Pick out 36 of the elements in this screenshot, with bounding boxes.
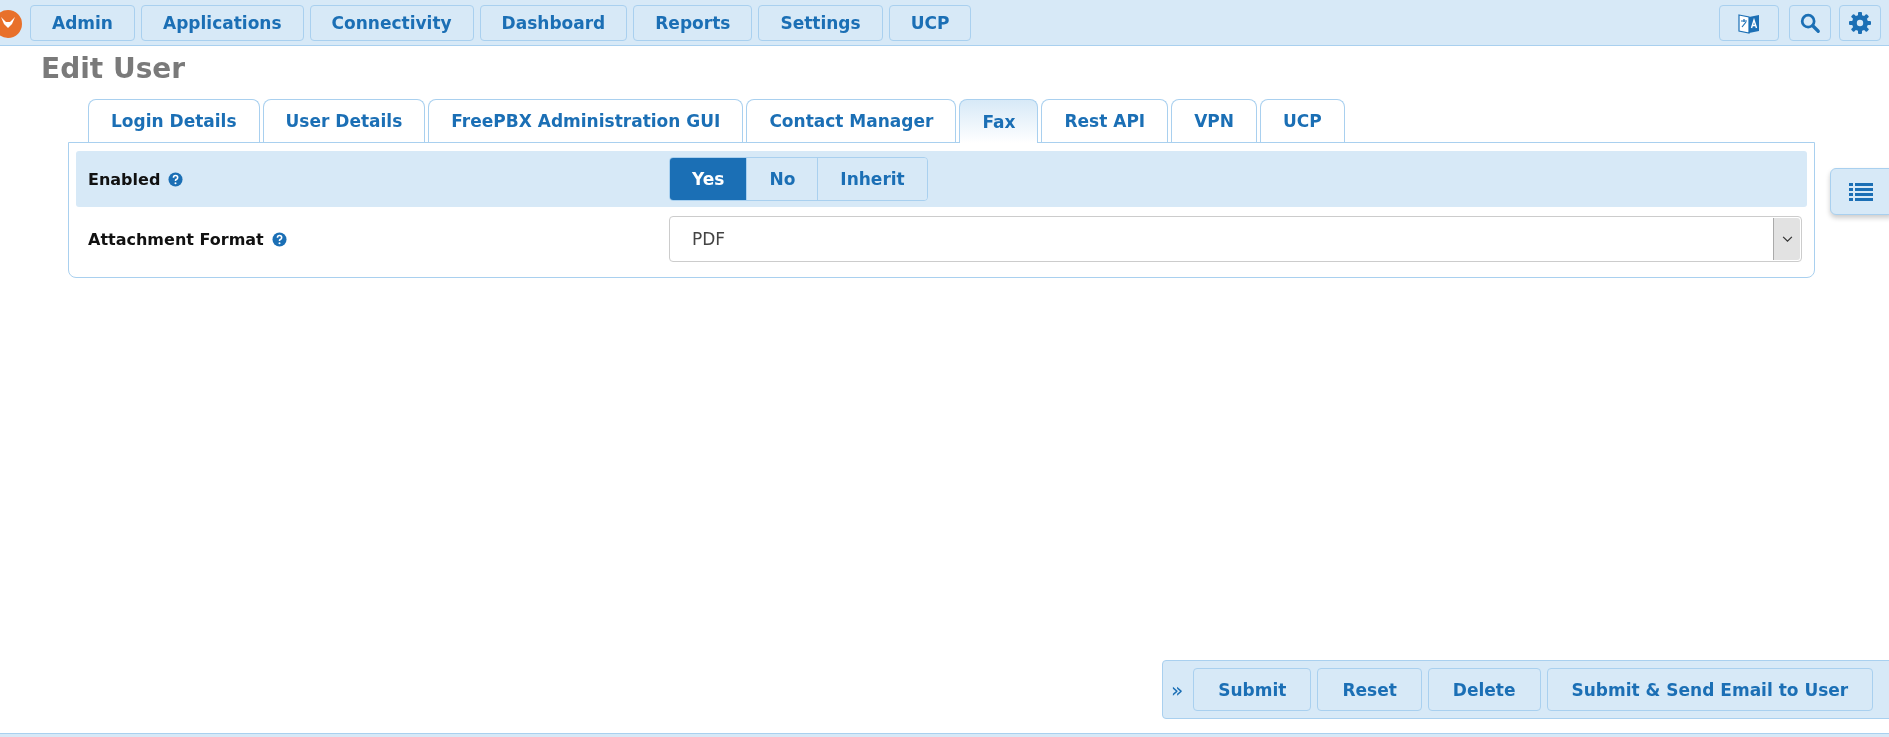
help-icon[interactable] bbox=[271, 231, 287, 247]
tab[interactable]: Rest API bbox=[1041, 99, 1169, 142]
nav-menu-button[interactable]: Dashboard bbox=[479, 4, 628, 41]
nav-menu-button[interactable]: Connectivity bbox=[309, 4, 474, 41]
settings-icon bbox=[1848, 10, 1872, 35]
radio-toggle-button[interactable]: Inherit bbox=[817, 158, 927, 200]
attachment-format-dropdown[interactable]: PDF bbox=[669, 216, 1802, 262]
search-icon bbox=[1799, 11, 1821, 34]
search-button[interactable] bbox=[1789, 4, 1831, 41]
radio-toggle-button[interactable]: Yes bbox=[670, 158, 747, 200]
action-button[interactable]: Delete bbox=[1427, 668, 1541, 711]
action-button[interactable]: Submit & Send Email to User bbox=[1546, 668, 1874, 711]
list-icon bbox=[1848, 181, 1874, 202]
tab[interactable]: Login Details bbox=[88, 99, 260, 142]
nav-menu-button[interactable]: Settings bbox=[758, 4, 883, 41]
language-button[interactable] bbox=[1719, 4, 1779, 41]
nav-menu-button[interactable]: UCP bbox=[888, 4, 972, 41]
nav-menu-button[interactable]: Admin bbox=[30, 4, 135, 41]
field-label: Enabled bbox=[88, 169, 161, 189]
list-toggle-button[interactable] bbox=[1830, 168, 1889, 215]
nav-menu-button[interactable]: Applications bbox=[141, 4, 304, 41]
tab[interactable]: VPN bbox=[1171, 99, 1258, 142]
nav-menu-button[interactable]: Reports bbox=[633, 4, 753, 41]
page-title: Edit User bbox=[41, 52, 187, 85]
action-button[interactable]: Reset bbox=[1317, 668, 1422, 711]
field-label: Attachment Format bbox=[88, 229, 264, 249]
tab[interactable]: Fax bbox=[959, 99, 1039, 143]
collapse-toggle[interactable]: » bbox=[1171, 677, 1184, 702]
dropdown-caret-icon bbox=[1773, 218, 1800, 260]
help-icon[interactable] bbox=[168, 171, 184, 187]
tab[interactable]: Contact Manager bbox=[746, 99, 957, 142]
tab[interactable]: User Details bbox=[262, 99, 426, 142]
settings-button[interactable] bbox=[1839, 4, 1881, 41]
action-button[interactable]: Submit bbox=[1193, 668, 1312, 711]
tab[interactable]: UCP bbox=[1260, 99, 1345, 142]
tab[interactable]: FreePBX Administration GUI bbox=[428, 99, 744, 142]
